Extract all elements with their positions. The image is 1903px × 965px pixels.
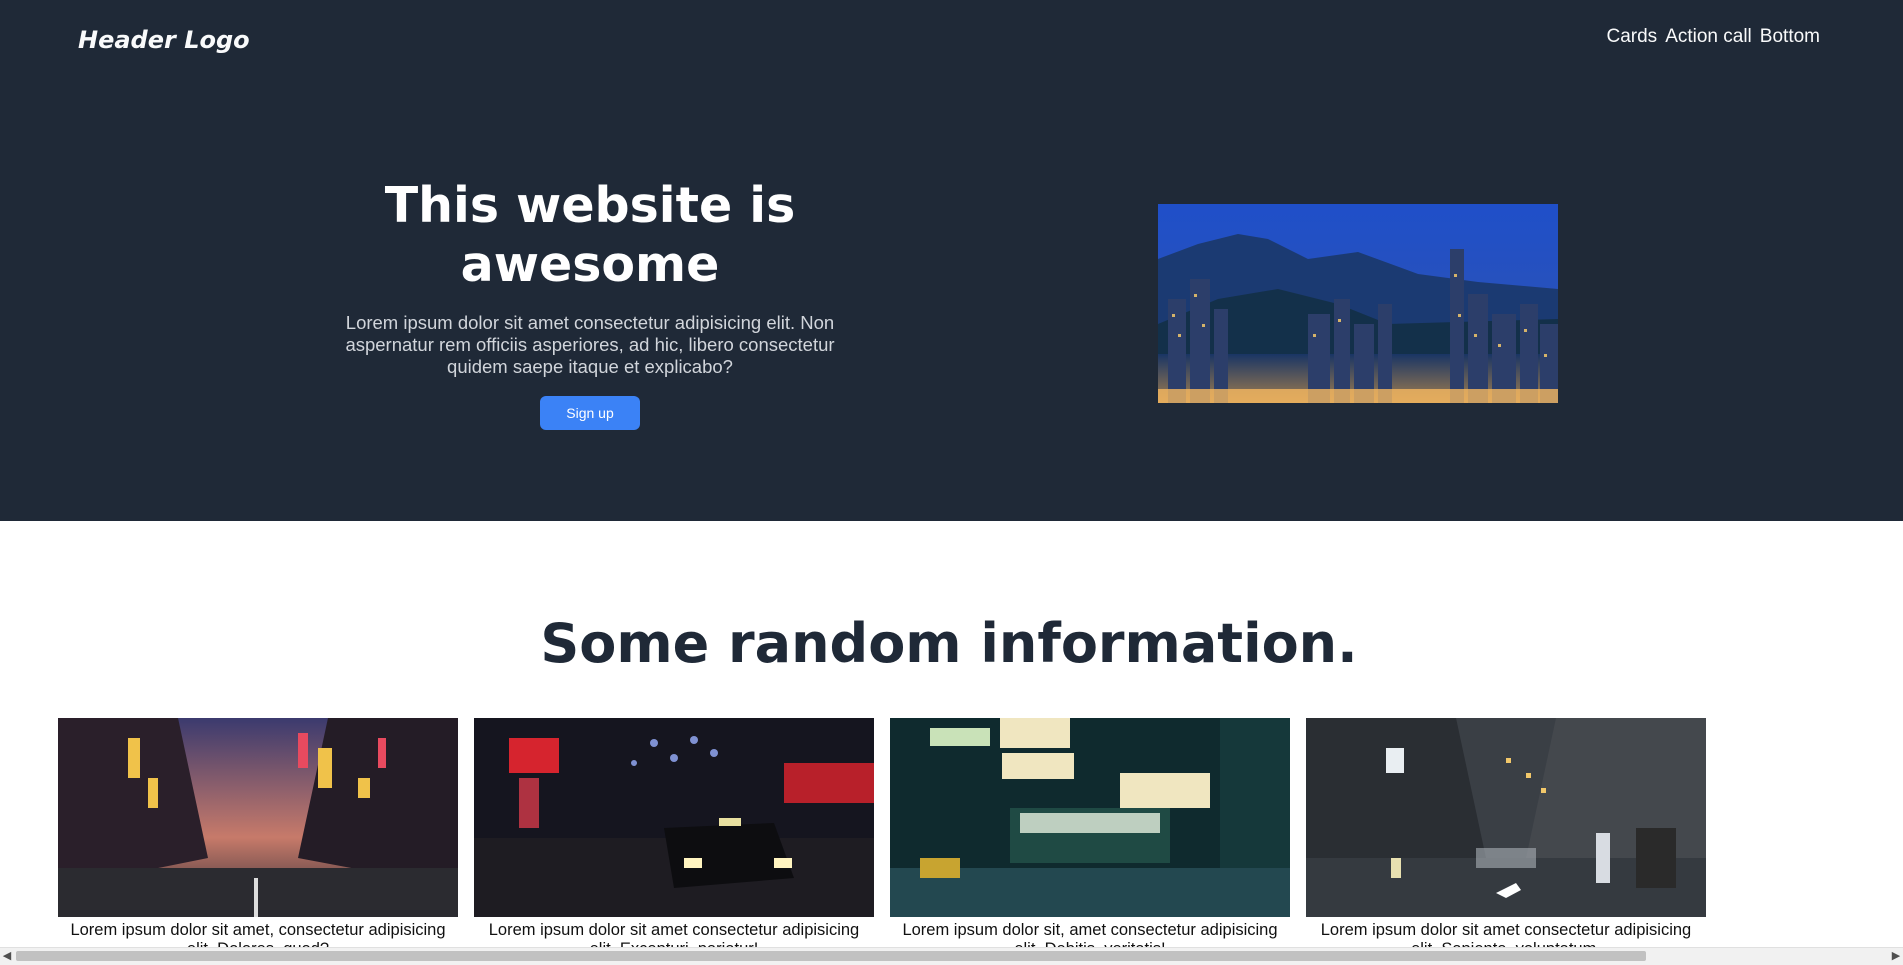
horizontal-scrollbar[interactable]: ◀ ▶ bbox=[0, 947, 1903, 965]
hero-image bbox=[1158, 204, 1558, 403]
scroll-left-icon[interactable]: ◀ bbox=[0, 948, 14, 964]
nav-link-cards[interactable]: Cards bbox=[1607, 26, 1658, 48]
scroll-right-icon[interactable]: ▶ bbox=[1889, 948, 1903, 964]
info-card: Lorem ipsum dolor sit, amet consectetur … bbox=[890, 718, 1290, 959]
hero-subtitle: Lorem ipsum dolor sit amet consectetur a… bbox=[345, 312, 835, 377]
scrollbar-thumb[interactable] bbox=[16, 951, 1646, 961]
card-image bbox=[58, 718, 458, 917]
nav-link-action-call[interactable]: Action call bbox=[1665, 26, 1752, 48]
hero-section: Header Logo Cards Action call Bottom Thi… bbox=[0, 0, 1903, 521]
card-image bbox=[1306, 718, 1706, 917]
hero-text-block: This website is awesome Lorem ipsum dolo… bbox=[340, 176, 840, 430]
card-image bbox=[890, 718, 1290, 917]
signup-button[interactable]: Sign up bbox=[540, 396, 640, 430]
nav-link-bottom[interactable]: Bottom bbox=[1760, 26, 1820, 48]
info-card: Lorem ipsum dolor sit amet consectetur a… bbox=[474, 718, 874, 959]
card-image bbox=[474, 718, 874, 917]
main-nav: Cards Action call Bottom bbox=[1607, 26, 1821, 48]
info-card: Lorem ipsum dolor sit amet, consectetur … bbox=[58, 718, 458, 959]
header-logo[interactable]: Header Logo bbox=[78, 26, 250, 54]
section-title: Some random information. bbox=[540, 612, 1358, 675]
hero-title: This website is awesome bbox=[384, 177, 796, 293]
info-card: Lorem ipsum dolor sit amet consectetur a… bbox=[1306, 718, 1706, 959]
